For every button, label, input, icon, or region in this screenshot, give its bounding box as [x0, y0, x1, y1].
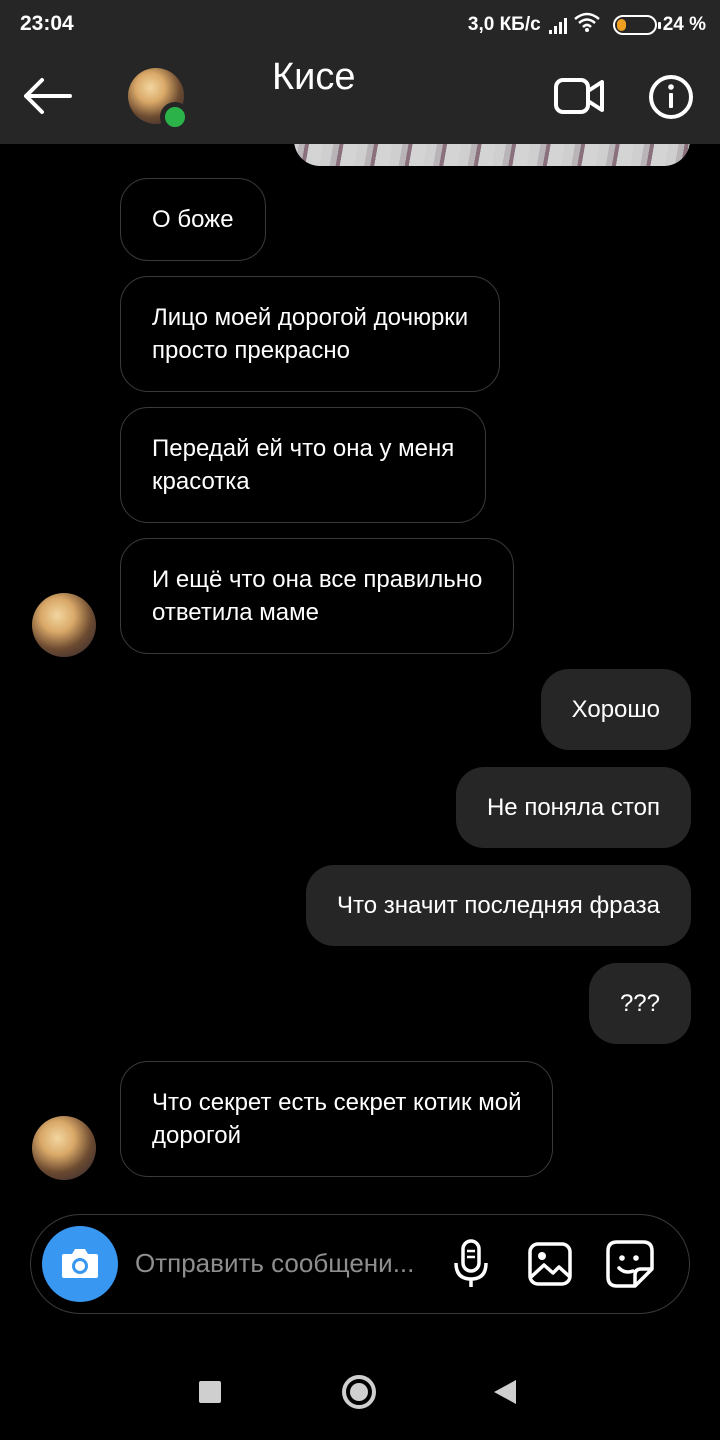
wifi-icon: [573, 12, 601, 38]
message-thread[interactable]: О боже Лицо моей дорогой дочюрки просто …: [0, 144, 720, 1204]
status-time: 23:04: [20, 12, 74, 35]
battery-fill: [616, 19, 626, 31]
sender-avatar[interactable]: [32, 593, 96, 657]
back-arrow-icon[interactable]: [20, 74, 74, 118]
signal-icon: [548, 16, 567, 34]
battery-icon: [612, 15, 661, 35]
message-incoming[interactable]: Передай ей что она у меня красотка: [120, 407, 487, 523]
sticker-icon[interactable]: [605, 1239, 655, 1289]
chat-header: Кисе: [0, 50, 720, 144]
status-indicators: 3,0 КБ/с 24 %: [468, 12, 706, 38]
message-incoming[interactable]: О боже: [120, 178, 266, 261]
camera-icon[interactable]: [42, 1226, 118, 1302]
message-outgoing[interactable]: Не поняла стоп: [455, 767, 691, 848]
sender-avatar[interactable]: [32, 1116, 96, 1180]
microphone-icon[interactable]: [451, 1239, 491, 1289]
video-camera-icon[interactable]: [553, 76, 605, 116]
message-input[interactable]: Отправить сообщени...: [135, 1248, 435, 1279]
recents-square-icon[interactable]: [199, 1381, 221, 1403]
battery-percent: 24 %: [662, 14, 706, 35]
home-circle-icon[interactable]: [342, 1375, 376, 1409]
message-incoming[interactable]: Что секрет есть секрет котик мой дорогой: [120, 1061, 554, 1177]
message-composer: Отправить сообщени...: [30, 1214, 690, 1314]
message-outgoing[interactable]: Что значит последняя фраза: [306, 865, 691, 946]
shared-photo[interactable]: [294, 144, 690, 166]
info-icon[interactable]: [648, 74, 694, 120]
message-incoming[interactable]: Лицо моей дорогой дочюрки просто прекрас…: [120, 276, 501, 392]
message-outgoing[interactable]: ???: [588, 963, 691, 1044]
status-bar: 23:04 3,0 КБ/с 24 %: [0, 0, 720, 50]
contact-name[interactable]: Кисе: [272, 56, 356, 99]
online-status-indicator: [160, 102, 190, 132]
network-speed: 3,0 КБ/с: [467, 14, 541, 35]
message-outgoing[interactable]: Хорошо: [540, 669, 691, 750]
back-triangle-icon[interactable]: [494, 1380, 516, 1404]
system-nav-bar: [0, 1340, 720, 1440]
gallery-icon[interactable]: [527, 1241, 573, 1287]
message-incoming[interactable]: И ещё что она все правильно ответила мам…: [120, 538, 515, 654]
